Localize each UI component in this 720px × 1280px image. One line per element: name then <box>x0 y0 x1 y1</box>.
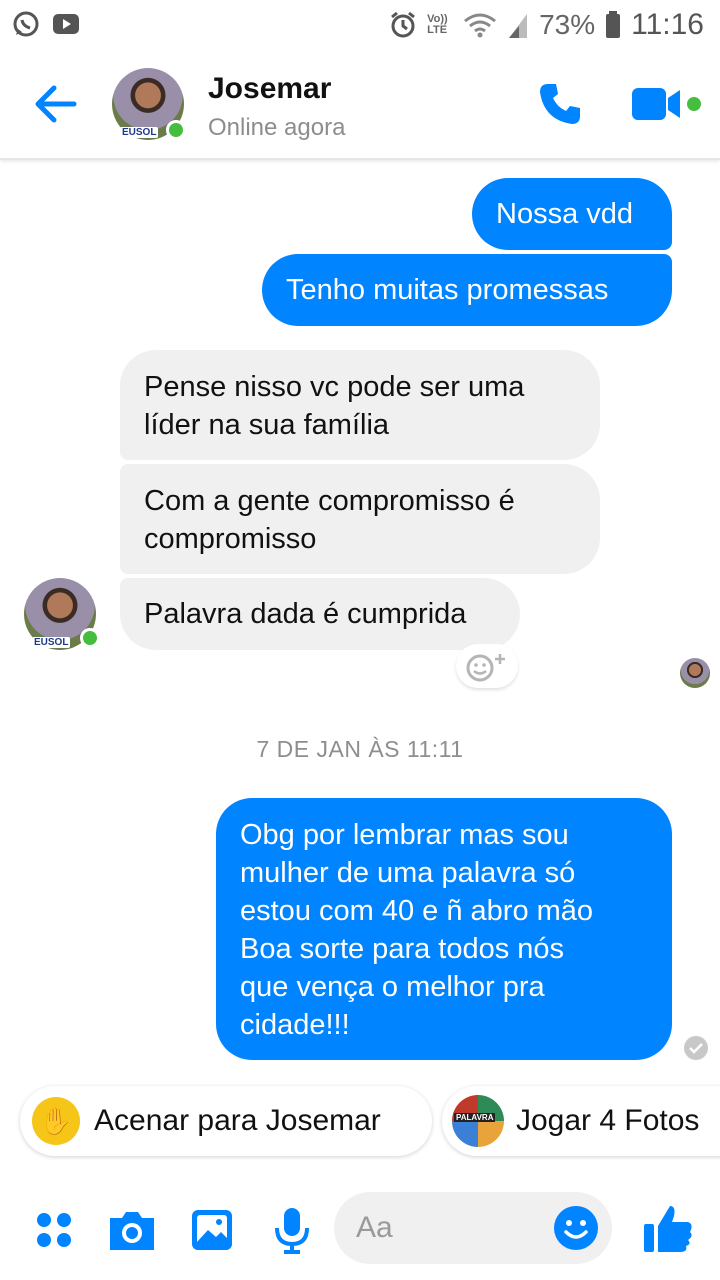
wave-suggestion-chip[interactable]: ✋ Acenar para Josemar <box>20 1086 432 1156</box>
wifi-icon <box>464 13 497 38</box>
wave-hand-icon: ✋ <box>32 1097 80 1145</box>
battery-percent: 73% <box>539 9 596 40</box>
date-separator: 7 DE JAN ÀS 11:11 <box>256 736 464 762</box>
message-bubble-incoming[interactable]: Palavra dada é cumprida <box>120 578 520 650</box>
alarm-icon <box>391 11 416 38</box>
phone-icon[interactable] <box>536 80 584 128</box>
message-line: Com a gente compromisso é <box>144 485 515 517</box>
message-text: Nossa vdd <box>496 198 634 230</box>
emoji-button[interactable] <box>554 1206 598 1250</box>
thumbs-up-icon[interactable] <box>640 1200 696 1256</box>
message-line: Pense nisso vc pode ser uma <box>144 371 525 403</box>
conversation-header: EUSOL Josemar Online agora <box>0 48 720 160</box>
message-bubble-outgoing[interactable]: Nossa vdd <box>472 178 672 250</box>
online-indicator <box>80 628 100 648</box>
signal-icon <box>509 14 528 38</box>
seen-avatar <box>680 658 710 688</box>
message-line: Boa sorte para todos nós <box>240 933 565 965</box>
message-line: que vença o melhor pra <box>240 971 545 1003</box>
contact-avatar[interactable]: EUSOL <box>112 68 186 140</box>
message-line: líder na sua família <box>144 409 390 441</box>
battery-icon <box>606 11 621 38</box>
microphone-icon[interactable] <box>266 1204 318 1256</box>
message-bubble-outgoing[interactable]: Obg por lembrar mas sou mulher de uma pa… <box>216 798 672 1060</box>
back-arrow-icon[interactable] <box>28 76 84 132</box>
contact-status: Online agora <box>208 114 346 141</box>
contact-name[interactable]: Josemar <box>208 72 331 106</box>
clock-time: 11:16 <box>631 8 704 41</box>
game-icon-text: PALAVRA <box>454 1113 496 1122</box>
add-reaction-button[interactable] <box>456 644 518 688</box>
chip-label: Jogar 4 Fotos <box>516 1104 700 1137</box>
message-line: estou com 40 e ñ abro mão <box>240 895 594 927</box>
whatsapp-icon <box>13 11 39 37</box>
smiley-icon <box>564 1220 588 1239</box>
status-bar: Vo)) LTE 73% 11:16 <box>0 0 720 48</box>
gallery-icon[interactable] <box>186 1204 238 1256</box>
message-line: mulher de uma palavra só <box>240 857 576 889</box>
palavra-game-icon: PALAVRA <box>452 1095 504 1147</box>
status-bar-left <box>12 10 80 38</box>
apps-grid-icon[interactable] <box>28 1204 80 1256</box>
message-text: Tenho muitas promessas <box>286 274 609 306</box>
message-input[interactable] <box>356 1192 546 1264</box>
message-bubble-outgoing[interactable]: Tenho muitas promessas <box>262 254 672 326</box>
message-composer <box>0 1180 720 1280</box>
youtube-icon <box>53 14 79 34</box>
message-line: compromisso <box>144 523 317 555</box>
camera-icon[interactable] <box>106 1204 158 1256</box>
sent-check-icon <box>684 1036 708 1060</box>
chip-label: Acenar para Josemar <box>94 1104 381 1137</box>
online-indicator <box>166 120 186 140</box>
message-bubble-incoming[interactable]: Pense nisso vc pode ser uma líder na sua… <box>120 350 600 460</box>
volte-label: Vo)) LTE <box>427 13 448 36</box>
message-bubble-incoming[interactable]: Com a gente compromisso é compromisso <box>120 464 600 574</box>
message-line: Obg por lembrar mas sou <box>240 819 569 851</box>
video-camera-icon[interactable] <box>630 84 704 124</box>
message-line: cidade!!! <box>240 1009 350 1041</box>
avatar-badge-text: EUSOL <box>120 127 159 138</box>
game-suggestion-chip[interactable]: PALAVRA Jogar 4 Fotos <box>442 1086 720 1156</box>
smiley-plus-icon <box>466 654 505 682</box>
sender-avatar[interactable]: EUSOL <box>24 578 100 650</box>
message-text: Palavra dada é cumprida <box>144 598 467 630</box>
avatar-badge-text: EUSOL <box>32 637 71 648</box>
status-bar-right: Vo)) LTE 73% 11:16 <box>389 8 704 42</box>
message-input-wrap <box>334 1192 612 1264</box>
